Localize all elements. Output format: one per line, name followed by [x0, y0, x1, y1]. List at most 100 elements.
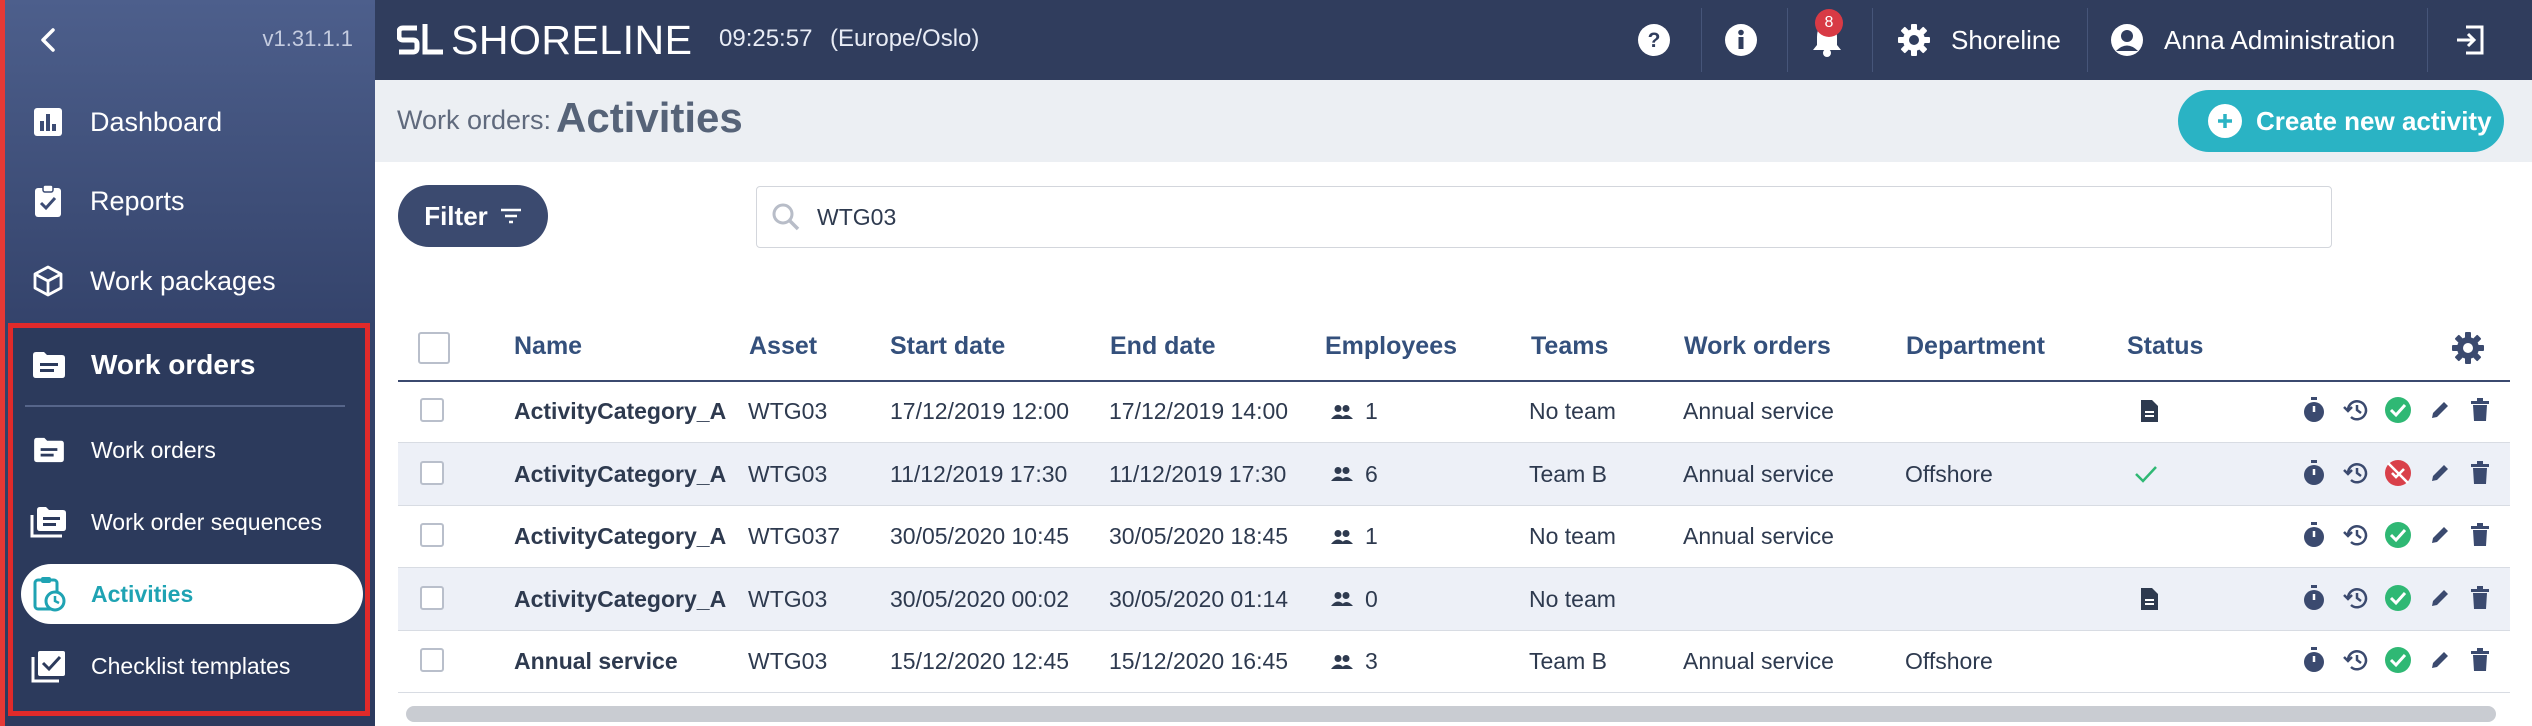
help-icon: ? [1638, 24, 1670, 56]
column-header[interactable]: Work orders [1684, 332, 1831, 361]
approved-check-icon[interactable] [2382, 519, 2414, 551]
filter-lines-icon [500, 208, 521, 224]
history-icon[interactable] [2340, 644, 2372, 676]
table-row[interactable]: ActivityCategory_A WTG037 30/05/2020 10:45… [398, 505, 2510, 568]
cell-asset: WTG03 [748, 398, 828, 424]
pencil-icon[interactable] [2424, 394, 2456, 426]
cell-start: 30/05/2020 10:45 [890, 523, 1070, 549]
column-header[interactable]: Department [1906, 332, 2045, 361]
filter-button[interactable]: Filter [398, 185, 548, 247]
approved-check-icon[interactable] [2382, 582, 2414, 614]
sidebar-sub-activities[interactable]: Activities [21, 564, 363, 624]
trash-icon[interactable] [2464, 457, 2496, 489]
breadcrumb[interactable]: Work orders: [397, 105, 551, 136]
status-check-icon [2133, 461, 2159, 487]
create-activity-button[interactable]: Create new activity [2178, 90, 2504, 152]
stopwatch-icon[interactable] [2298, 519, 2330, 551]
table-row[interactable]: ActivityCategory_A WTG03 11/12/2019 17:30 1… [398, 442, 2510, 506]
status-document-icon [2136, 586, 2162, 612]
column-header[interactable]: Teams [1531, 332, 1608, 361]
employee-count: 0 [1365, 585, 1378, 612]
row-checkbox[interactable] [420, 523, 444, 547]
table-row[interactable]: Annual service WTG03 15/12/2020 12:45 15/12… [398, 630, 2510, 693]
column-settings-button[interactable] [2450, 330, 2486, 366]
sidebar-sub-work-orders[interactable]: Work orders [13, 420, 365, 480]
row-checkbox[interactable] [420, 648, 444, 672]
stopwatch-icon[interactable] [2298, 644, 2330, 676]
pencil-icon[interactable] [2424, 519, 2456, 551]
table-row[interactable]: ActivityCategory_A WTG03 30/05/2020 00:02 3… [398, 567, 2510, 631]
sidebar-item-work-orders[interactable]: Work orders [13, 328, 365, 402]
history-icon[interactable] [2340, 394, 2372, 426]
cell-team: No team [1529, 585, 1616, 612]
cell-end: 17/12/2019 14:00 [1109, 398, 1289, 424]
history-icon[interactable] [2340, 519, 2372, 551]
search-box[interactable] [756, 186, 2332, 248]
sidebar: v1.31.1.1 Dashboard Reports Work package… [0, 0, 375, 726]
brand-name: SHORELINE [451, 16, 693, 63]
logout-button[interactable] [2454, 0, 2486, 80]
sidebar-item-work-packages[interactable]: Work packages [8, 246, 366, 316]
gear-icon [1898, 24, 1930, 56]
history-icon[interactable] [2340, 582, 2372, 614]
pencil-icon[interactable] [2424, 457, 2456, 489]
row-checkbox[interactable] [420, 460, 444, 485]
sidebar-sub-label: Work orders [91, 436, 216, 463]
approved-check-icon[interactable] [2382, 644, 2414, 676]
row-checkbox[interactable] [420, 585, 444, 610]
pencil-icon[interactable] [2424, 582, 2456, 614]
user-avatar-icon [2111, 24, 2143, 56]
info-button[interactable] [1724, 0, 1758, 80]
stopwatch-icon[interactable] [2298, 457, 2330, 489]
sidebar-sub-label: Work order sequences [91, 508, 322, 535]
help-button[interactable]: ? [1637, 0, 1671, 80]
history-icon[interactable] [2340, 457, 2372, 489]
sidebar-sub-work-order-sequences[interactable]: Work order sequences [13, 492, 365, 552]
cell-employees: 3 [1331, 648, 1378, 675]
clipboard-clock-icon [27, 572, 71, 616]
column-header[interactable]: Name [514, 332, 582, 361]
column-header[interactable]: Status [2127, 332, 2203, 361]
column-header[interactable]: Start date [890, 332, 1005, 361]
column-header[interactable]: Employees [1325, 332, 1457, 361]
sidebar-item-dashboard[interactable]: Dashboard [8, 87, 366, 157]
page-title: Activities [556, 94, 743, 141]
cell-team: No team [1529, 523, 1616, 549]
svg-text:?: ? [1648, 29, 1661, 52]
cell-asset: WTG03 [748, 585, 828, 612]
trash-icon[interactable] [2464, 644, 2496, 676]
search-input[interactable] [815, 202, 2219, 232]
table-row[interactable]: ActivityCategory_A WTG03 17/12/2019 12:00 1… [398, 380, 2510, 443]
sidebar-sub-checklist-templates[interactable]: Checklist templates [13, 636, 365, 696]
pencil-icon[interactable] [2424, 644, 2456, 676]
cell-start: 30/05/2020 00:02 [890, 585, 1070, 612]
org-settings-button[interactable]: Shoreline [1897, 0, 2061, 80]
trash-icon[interactable] [2464, 394, 2496, 426]
approved-check-icon[interactable] [2382, 394, 2414, 426]
trash-icon[interactable] [2464, 519, 2496, 551]
work-orders-group: Work orders Work orders Work order seque… [8, 323, 370, 716]
cell-department: Offshore [1905, 460, 1993, 487]
cell-name: Annual service [514, 648, 678, 674]
employee-count: 3 [1365, 648, 1378, 674]
row-checkbox[interactable] [420, 398, 444, 422]
people-icon [1331, 466, 1353, 482]
stopwatch-icon[interactable] [2298, 394, 2330, 426]
logo-mark-icon [397, 24, 443, 55]
back-chevron-icon[interactable] [30, 22, 66, 58]
sidebar-item-reports[interactable]: Reports [8, 166, 366, 236]
select-all-checkbox[interactable] [418, 332, 450, 364]
stopwatch-icon[interactable] [2298, 582, 2330, 614]
brand-logo[interactable]: SHORELINE [397, 16, 692, 64]
cell-work-order: Annual service [1683, 523, 1834, 549]
user-menu-button[interactable]: Anna Administration [2110, 0, 2395, 80]
sidebar-item-label: Reports [90, 185, 185, 216]
rejected-icon[interactable] [2382, 457, 2414, 489]
create-activity-label: Create new activity [2256, 105, 2492, 136]
column-header[interactable]: End date [1110, 332, 1216, 361]
horizontal-scrollbar[interactable] [406, 706, 2496, 722]
search-icon [772, 203, 800, 231]
page-header: Work orders: Activities Create new activ… [375, 80, 2532, 162]
trash-icon[interactable] [2464, 582, 2496, 614]
column-header[interactable]: Asset [749, 332, 817, 361]
